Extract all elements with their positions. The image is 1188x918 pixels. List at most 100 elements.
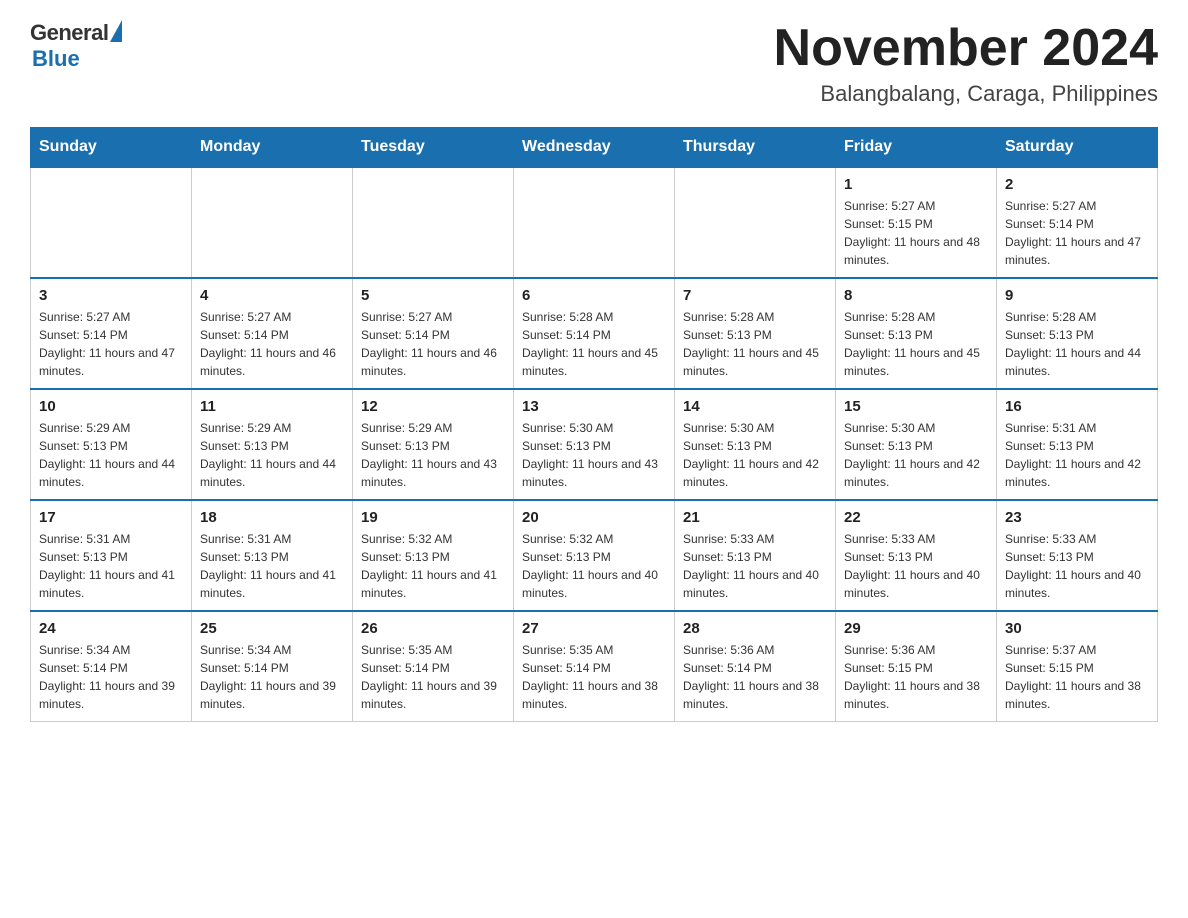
day-number: 14 bbox=[683, 398, 827, 415]
logo-blue-text: Blue bbox=[32, 46, 80, 72]
day-info: Sunrise: 5:31 AMSunset: 5:13 PMDaylight:… bbox=[39, 530, 183, 602]
day-header-tuesday: Tuesday bbox=[353, 128, 514, 168]
day-number: 26 bbox=[361, 620, 505, 637]
day-info: Sunrise: 5:28 AMSunset: 5:13 PMDaylight:… bbox=[683, 308, 827, 380]
day-number: 15 bbox=[844, 398, 988, 415]
day-info: Sunrise: 5:30 AMSunset: 5:13 PMDaylight:… bbox=[683, 419, 827, 491]
day-number: 21 bbox=[683, 509, 827, 526]
day-info: Sunrise: 5:30 AMSunset: 5:13 PMDaylight:… bbox=[844, 419, 988, 491]
logo: General Blue bbox=[30, 20, 122, 72]
calendar-cell: 9 Sunrise: 5:28 AMSunset: 5:13 PMDaylight… bbox=[997, 278, 1158, 389]
day-number: 5 bbox=[361, 287, 505, 304]
day-number: 9 bbox=[1005, 287, 1149, 304]
calendar-cell: 13 Sunrise: 5:30 AMSunset: 5:13 PMDayligh… bbox=[514, 389, 675, 500]
logo-general-text: General bbox=[30, 20, 108, 46]
calendar-cell: 4 Sunrise: 5:27 AMSunset: 5:14 PMDaylight… bbox=[192, 278, 353, 389]
page-header: General Blue November 2024 Balangbalang,… bbox=[30, 20, 1158, 107]
day-info: Sunrise: 5:35 AMSunset: 5:14 PMDaylight:… bbox=[361, 641, 505, 713]
day-info: Sunrise: 5:33 AMSunset: 5:13 PMDaylight:… bbox=[683, 530, 827, 602]
day-number: 19 bbox=[361, 509, 505, 526]
day-number: 23 bbox=[1005, 509, 1149, 526]
day-header-monday: Monday bbox=[192, 128, 353, 168]
month-title: November 2024 bbox=[774, 20, 1158, 77]
day-info: Sunrise: 5:28 AMSunset: 5:14 PMDaylight:… bbox=[522, 308, 666, 380]
calendar-cell: 25 Sunrise: 5:34 AMSunset: 5:14 PMDayligh… bbox=[192, 611, 353, 722]
day-info: Sunrise: 5:34 AMSunset: 5:14 PMDaylight:… bbox=[200, 641, 344, 713]
calendar-cell: 15 Sunrise: 5:30 AMSunset: 5:13 PMDayligh… bbox=[836, 389, 997, 500]
day-number: 16 bbox=[1005, 398, 1149, 415]
day-header-saturday: Saturday bbox=[997, 128, 1158, 168]
day-number: 8 bbox=[844, 287, 988, 304]
calendar-cell: 6 Sunrise: 5:28 AMSunset: 5:14 PMDaylight… bbox=[514, 278, 675, 389]
day-number: 12 bbox=[361, 398, 505, 415]
day-number: 6 bbox=[522, 287, 666, 304]
day-info: Sunrise: 5:29 AMSunset: 5:13 PMDaylight:… bbox=[361, 419, 505, 491]
day-info: Sunrise: 5:29 AMSunset: 5:13 PMDaylight:… bbox=[39, 419, 183, 491]
calendar-cell: 18 Sunrise: 5:31 AMSunset: 5:13 PMDayligh… bbox=[192, 500, 353, 611]
calendar-cell: 24 Sunrise: 5:34 AMSunset: 5:14 PMDayligh… bbox=[31, 611, 192, 722]
calendar-cell: 11Sunrise: 5:29 AMSunset: 5:13 PMDayligh… bbox=[192, 389, 353, 500]
calendar-cell: 28Sunrise: 5:36 AMSunset: 5:14 PMDayligh… bbox=[675, 611, 836, 722]
calendar-cell: 29 Sunrise: 5:36 AMSunset: 5:15 PMDayligh… bbox=[836, 611, 997, 722]
calendar-cell: 7 Sunrise: 5:28 AMSunset: 5:13 PMDaylight… bbox=[675, 278, 836, 389]
day-info: Sunrise: 5:27 AMSunset: 5:14 PMDaylight:… bbox=[1005, 197, 1149, 269]
day-info: Sunrise: 5:36 AMSunset: 5:15 PMDaylight:… bbox=[844, 641, 988, 713]
calendar-cell bbox=[31, 167, 192, 278]
day-number: 18 bbox=[200, 509, 344, 526]
calendar-cell: 10 Sunrise: 5:29 AMSunset: 5:13 PMDayligh… bbox=[31, 389, 192, 500]
day-header-thursday: Thursday bbox=[675, 128, 836, 168]
day-number: 25 bbox=[200, 620, 344, 637]
day-info: Sunrise: 5:36 AMSunset: 5:14 PMDaylight:… bbox=[683, 641, 827, 713]
day-header-friday: Friday bbox=[836, 128, 997, 168]
day-number: 4 bbox=[200, 287, 344, 304]
day-number: 20 bbox=[522, 509, 666, 526]
calendar-cell: 2 Sunrise: 5:27 AMSunset: 5:14 PMDaylight… bbox=[997, 167, 1158, 278]
day-info: Sunrise: 5:31 AMSunset: 5:13 PMDaylight:… bbox=[200, 530, 344, 602]
day-number: 11 bbox=[200, 398, 344, 415]
calendar-cell bbox=[675, 167, 836, 278]
calendar-cell bbox=[514, 167, 675, 278]
day-number: 27 bbox=[522, 620, 666, 637]
calendar-cell: 17 Sunrise: 5:31 AMSunset: 5:13 PMDayligh… bbox=[31, 500, 192, 611]
day-number: 22 bbox=[844, 509, 988, 526]
day-number: 3 bbox=[39, 287, 183, 304]
calendar-cell: 14 Sunrise: 5:30 AMSunset: 5:13 PMDayligh… bbox=[675, 389, 836, 500]
day-number: 10 bbox=[39, 398, 183, 415]
day-number: 17 bbox=[39, 509, 183, 526]
location-title: Balangbalang, Caraga, Philippines bbox=[774, 81, 1158, 107]
day-info: Sunrise: 5:30 AMSunset: 5:13 PMDaylight:… bbox=[522, 419, 666, 491]
day-number: 29 bbox=[844, 620, 988, 637]
day-number: 24 bbox=[39, 620, 183, 637]
day-header-wednesday: Wednesday bbox=[514, 128, 675, 168]
day-info: Sunrise: 5:31 AMSunset: 5:13 PMDaylight:… bbox=[1005, 419, 1149, 491]
day-info: Sunrise: 5:33 AMSunset: 5:13 PMDaylight:… bbox=[844, 530, 988, 602]
calendar-table: SundayMondayTuesdayWednesdayThursdayFrid… bbox=[30, 127, 1158, 722]
day-number: 2 bbox=[1005, 176, 1149, 193]
day-info: Sunrise: 5:28 AMSunset: 5:13 PMDaylight:… bbox=[1005, 308, 1149, 380]
day-number: 1 bbox=[844, 176, 988, 193]
day-info: Sunrise: 5:32 AMSunset: 5:13 PMDaylight:… bbox=[522, 530, 666, 602]
day-number: 30 bbox=[1005, 620, 1149, 637]
calendar-cell: 27 Sunrise: 5:35 AMSunset: 5:14 PMDayligh… bbox=[514, 611, 675, 722]
calendar-cell: 16 Sunrise: 5:31 AMSunset: 5:13 PMDayligh… bbox=[997, 389, 1158, 500]
day-info: Sunrise: 5:28 AMSunset: 5:13 PMDaylight:… bbox=[844, 308, 988, 380]
calendar-cell: 26 Sunrise: 5:35 AMSunset: 5:14 PMDayligh… bbox=[353, 611, 514, 722]
calendar-cell: 23 Sunrise: 5:33 AMSunset: 5:13 PMDayligh… bbox=[997, 500, 1158, 611]
day-header-sunday: Sunday bbox=[31, 128, 192, 168]
logo-triangle-icon bbox=[110, 20, 122, 42]
calendar-cell: 1Sunrise: 5:27 AMSunset: 5:15 PMDaylight… bbox=[836, 167, 997, 278]
calendar-cell: 12 Sunrise: 5:29 AMSunset: 5:13 PMDayligh… bbox=[353, 389, 514, 500]
calendar-cell bbox=[192, 167, 353, 278]
day-info: Sunrise: 5:27 AMSunset: 5:14 PMDaylight:… bbox=[361, 308, 505, 380]
day-info: Sunrise: 5:34 AMSunset: 5:14 PMDaylight:… bbox=[39, 641, 183, 713]
day-number: 7 bbox=[683, 287, 827, 304]
day-info: Sunrise: 5:35 AMSunset: 5:14 PMDaylight:… bbox=[522, 641, 666, 713]
day-info: Sunrise: 5:33 AMSunset: 5:13 PMDaylight:… bbox=[1005, 530, 1149, 602]
day-info: Sunrise: 5:27 AMSunset: 5:14 PMDaylight:… bbox=[39, 308, 183, 380]
day-info: Sunrise: 5:27 AMSunset: 5:14 PMDaylight:… bbox=[200, 308, 344, 380]
day-number: 13 bbox=[522, 398, 666, 415]
calendar-cell: 8 Sunrise: 5:28 AMSunset: 5:13 PMDaylight… bbox=[836, 278, 997, 389]
calendar-cell: 30Sunrise: 5:37 AMSunset: 5:15 PMDayligh… bbox=[997, 611, 1158, 722]
calendar-cell: 22 Sunrise: 5:33 AMSunset: 5:13 PMDayligh… bbox=[836, 500, 997, 611]
title-section: November 2024 Balangbalang, Caraga, Phil… bbox=[774, 20, 1158, 107]
